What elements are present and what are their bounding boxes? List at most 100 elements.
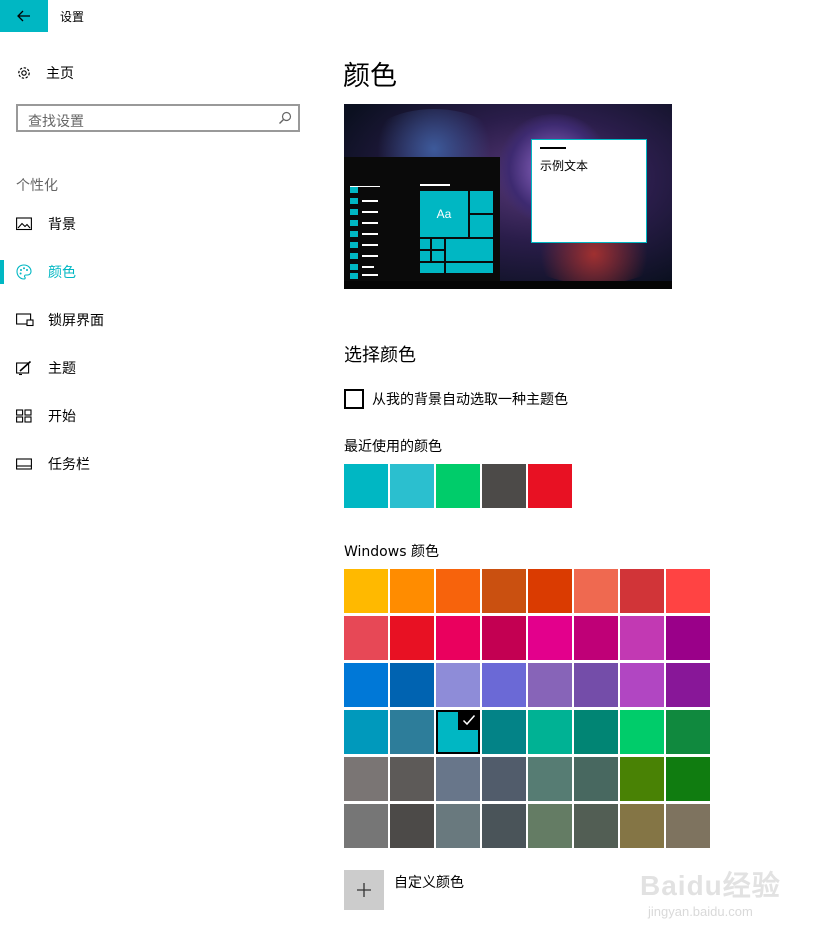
windows-color-swatch[interactable] [390,616,434,660]
baidu-watermark: Baidu经验 jingyan.baidu.com [640,860,800,930]
windows-color-swatch[interactable] [390,569,434,613]
start-icon [16,409,48,423]
lock-screen-icon [16,313,48,327]
checkbox-box[interactable] [344,389,364,409]
windows-color-swatch[interactable] [574,804,618,848]
checkmark-icon [458,710,480,730]
windows-color-swatch[interactable] [574,757,618,801]
windows-color-swatch[interactable] [390,804,434,848]
back-arrow-icon [17,10,30,22]
sidebar-item-start[interactable]: 开始 [0,402,300,430]
recent-color-swatch[interactable] [482,464,526,508]
windows-color-swatch[interactable] [620,710,664,754]
color-preview: Aa 示例文本 [344,104,672,289]
window-title: 设置 [60,10,85,24]
windows-color-swatch[interactable] [528,710,572,754]
windows-color-swatch[interactable] [390,663,434,707]
windows-color-swatch[interactable] [482,804,526,848]
custom-color-label[interactable]: 自定义颜色 [394,872,464,892]
windows-color-swatch[interactable] [344,616,388,660]
windows-color-swatch[interactable] [666,616,710,660]
page-title: 颜色 [343,61,397,92]
search-icon [279,111,292,124]
sidebar-item-taskbar[interactable]: 任务栏 [0,450,300,478]
sidebar-item-colors[interactable]: 颜色 [0,258,300,286]
windows-color-swatch[interactable] [528,663,572,707]
plus-icon [357,883,371,897]
watermark-logo: Baidu经验 [640,870,781,901]
theme-icon [16,360,48,376]
recent-color-swatch[interactable] [390,464,434,508]
home-link[interactable]: 主页 [16,62,74,84]
sample-text: 示例文本 [540,159,589,173]
custom-color-button[interactable] [344,870,384,910]
recent-colors-label: 最近使用的颜色 [344,439,442,455]
sidebar-item-lock-screen[interactable]: 锁屏界面 [0,306,300,334]
windows-color-swatch[interactable] [390,757,434,801]
home-label: 主页 [46,66,74,82]
windows-color-swatch[interactable] [344,804,388,848]
selection-indicator [0,260,4,284]
picture-icon [16,217,48,231]
windows-color-swatch[interactable] [344,757,388,801]
section-label: 个性化 [16,178,58,194]
sidebar-item-label: 背景 [48,217,76,233]
windows-color-swatch[interactable] [528,569,572,613]
title-bar: 设置 [0,0,838,32]
gear-icon [18,67,30,79]
windows-color-swatch[interactable] [620,616,664,660]
sidebar-item-background[interactable]: 背景 [0,210,300,238]
auto-accent-checkbox[interactable]: 从我的背景自动选取一种主题色 [344,389,568,409]
windows-color-swatch[interactable] [620,804,664,848]
preview-tile-text: Aa [420,191,468,237]
windows-color-swatch[interactable] [574,569,618,613]
sidebar-item-label: 锁屏界面 [48,313,104,329]
windows-color-swatch[interactable] [528,757,572,801]
taskbar-icon [16,458,48,470]
windows-color-swatch[interactable] [482,757,526,801]
windows-color-swatch[interactable] [666,663,710,707]
sidebar-item-label: 颜色 [48,265,76,281]
search-input[interactable]: 查找设置 [16,104,300,132]
windows-color-swatch[interactable] [574,616,618,660]
sidebar-item-label: 主题 [48,361,76,377]
windows-color-swatch[interactable] [482,616,526,660]
preview-sample-window: 示例文本 [531,139,647,243]
windows-color-swatch[interactable] [528,804,572,848]
windows-color-swatch[interactable] [620,569,664,613]
sidebar-item-label: 开始 [48,409,76,425]
windows-color-swatch[interactable] [482,663,526,707]
windows-color-swatch[interactable] [620,663,664,707]
search-placeholder: 查找设置 [28,114,84,130]
windows-color-swatch[interactable] [482,569,526,613]
windows-color-swatch[interactable] [436,663,480,707]
windows-color-swatch[interactable] [666,757,710,801]
windows-color-swatch[interactable] [344,663,388,707]
windows-color-swatch[interactable] [390,710,434,754]
windows-color-swatch[interactable] [666,710,710,754]
recent-color-swatch[interactable] [344,464,388,508]
windows-color-swatch[interactable] [436,757,480,801]
windows-color-swatch[interactable] [666,804,710,848]
windows-color-swatch[interactable] [436,710,480,754]
windows-color-swatch[interactable] [620,757,664,801]
sidebar-item-label: 任务栏 [48,457,90,473]
recent-color-swatch[interactable] [436,464,480,508]
windows-color-swatch[interactable] [574,710,618,754]
windows-color-swatch[interactable] [436,569,480,613]
windows-color-swatch[interactable] [436,804,480,848]
preview-start-menu: Aa [344,157,500,281]
windows-color-swatch[interactable] [666,569,710,613]
watermark-url: jingyan.baidu.com [648,904,753,919]
windows-color-swatch[interactable] [344,710,388,754]
windows-color-swatch[interactable] [574,663,618,707]
windows-color-swatch[interactable] [528,616,572,660]
windows-color-swatch[interactable] [482,710,526,754]
windows-color-swatch[interactable] [344,569,388,613]
checkbox-label: 从我的背景自动选取一种主题色 [372,392,568,408]
back-button[interactable] [0,0,48,32]
recent-color-swatch[interactable] [528,464,572,508]
windows-color-swatch[interactable] [436,616,480,660]
sidebar-item-themes[interactable]: 主题 [0,354,300,382]
palette-icon [16,264,48,280]
